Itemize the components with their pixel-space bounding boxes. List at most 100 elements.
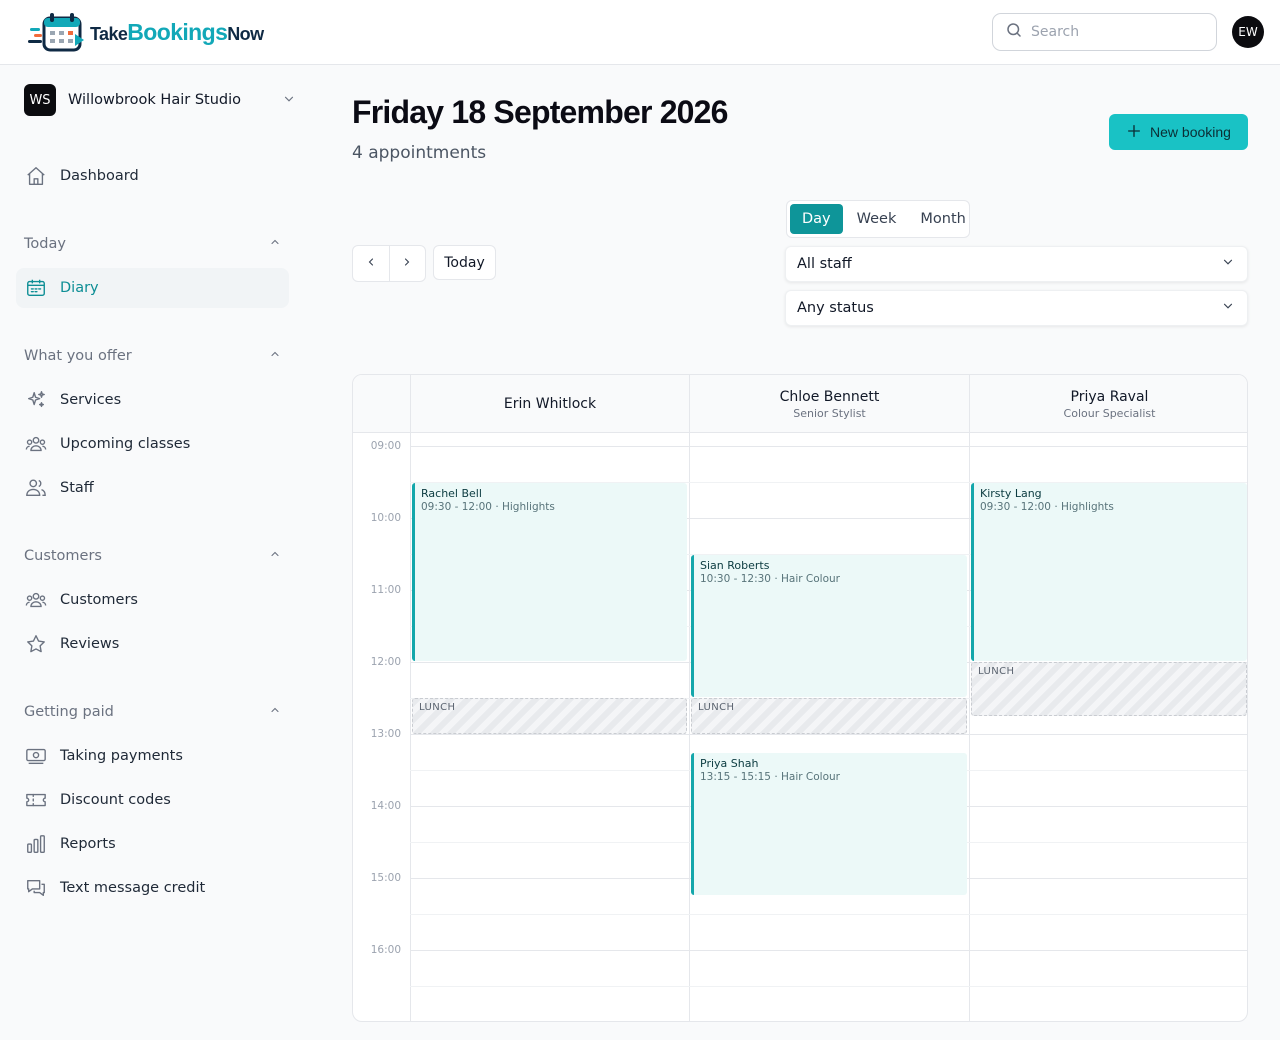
staff-filter-select[interactable]: All staff: [785, 246, 1248, 282]
sidebar-item-upcoming-classes[interactable]: Upcoming classes: [16, 424, 289, 464]
banknote-icon: [24, 744, 48, 768]
appointment-customer: Rachel Bell: [421, 487, 482, 500]
chevron-down-icon: [1221, 255, 1235, 273]
staff-name: Erin Whitlock: [503, 396, 597, 412]
search-icon: [1005, 21, 1023, 43]
chevron-left-icon: [365, 256, 377, 271]
sidebar-item-label: Reports: [60, 836, 116, 852]
appointment-customer: Kirsty Lang: [980, 487, 1042, 500]
business-name: Willowbrook Hair Studio: [68, 92, 242, 108]
sidebar-item-label: Taking payments: [60, 748, 183, 764]
business-switcher[interactable]: WS Willowbrook Hair Studio: [24, 84, 296, 116]
new-booking-button[interactable]: New booking: [1109, 114, 1248, 150]
business-badge: WS: [24, 84, 56, 116]
lunch-block: LUNCH: [971, 662, 1247, 716]
staff-column-header: Chloe Bennett Senior Stylist: [689, 375, 969, 433]
sidebar-item-label: Customers: [60, 592, 138, 608]
sidebar-item-text-message-credit[interactable]: Text message credit: [16, 868, 289, 908]
appointment-detail: 13:15 - 15:15 · Hair Colour: [700, 771, 840, 783]
column-divider: [410, 433, 411, 1021]
sparkles-icon: [24, 388, 48, 412]
time-label: 10:00: [370, 512, 401, 524]
appointment-customer: Sian Roberts: [700, 559, 770, 572]
staff-column-header: Priya Raval Colour Specialist: [969, 375, 1247, 433]
time-label: 16:00: [370, 944, 401, 956]
staff-filter-value: All staff: [797, 256, 852, 272]
group-icon: [24, 588, 48, 612]
lunch-block: LUNCH: [412, 698, 687, 734]
sidebar-item-label: Services: [60, 392, 122, 408]
sidebar-item-label: Diary: [60, 280, 99, 296]
view-week-tab[interactable]: Week: [847, 204, 907, 234]
page-title: Friday 18 September 2026: [352, 94, 728, 130]
sidebar-item-dashboard[interactable]: Dashboard: [16, 156, 289, 196]
sidebar-item-services[interactable]: Services: [16, 380, 289, 420]
column-divider: [689, 433, 690, 1021]
appointment-customer: Priya Shah: [700, 757, 759, 770]
hour-gridline: [410, 734, 1247, 735]
sidebar-item-label: Dashboard: [60, 168, 139, 184]
next-day-button[interactable]: [388, 246, 426, 281]
calendar-header: Erin Whitlock Chloe Bennett Senior Styli…: [353, 375, 1247, 433]
sidebar-item-taking-payments[interactable]: Taking payments: [16, 736, 289, 776]
top-bar: Take Bookings Now EW: [0, 0, 1280, 65]
staff-role: Senior Stylist: [793, 406, 866, 420]
section-customers[interactable]: Customers: [24, 544, 281, 568]
status-filter-value: Any status: [797, 300, 874, 316]
staff-column-header: Erin Whitlock: [410, 375, 689, 433]
column-divider: [969, 433, 970, 1021]
day-calendar: Erin Whitlock Chloe Bennett Senior Styli…: [352, 374, 1248, 1022]
staff-role: Colour Specialist: [1063, 406, 1156, 420]
sidebar-item-staff[interactable]: Staff: [16, 468, 289, 508]
users-icon: [24, 476, 48, 500]
sidebar-item-label: Text message credit: [60, 880, 206, 896]
view-month-tab[interactable]: Month: [910, 204, 975, 234]
app-logo[interactable]: Take Bookings Now: [28, 10, 264, 54]
half-hour-gridline: [410, 914, 1247, 915]
sidebar-item-label: Upcoming classes: [60, 436, 191, 452]
time-label: 09:00: [370, 440, 401, 452]
section-title: Getting paid: [24, 704, 114, 720]
brand-part-bookings: Bookings: [127, 18, 228, 45]
half-hour-gridline: [410, 986, 1247, 987]
brand-name: Take Bookings Now: [90, 18, 264, 46]
time-label: 15:00: [370, 872, 401, 884]
bar-chart-icon: [24, 832, 48, 856]
chevron-up-icon: [269, 548, 281, 564]
plus-icon: [1126, 123, 1142, 142]
status-filter-select[interactable]: Any status: [785, 290, 1248, 326]
section-getting-paid[interactable]: Getting paid: [24, 700, 281, 724]
time-label: 11:00: [370, 584, 401, 596]
chevron-down-icon: [282, 91, 296, 110]
staff-name: Priya Raval: [1070, 388, 1149, 405]
today-button[interactable]: Today: [433, 245, 496, 280]
sidebar-item-reviews[interactable]: Reviews: [16, 624, 289, 664]
sidebar: WS Willowbrook Hair Studio Dashboard Tod…: [0, 65, 305, 1040]
calendar-icon: [24, 276, 48, 300]
section-today[interactable]: Today: [24, 232, 281, 256]
sidebar-item-reports[interactable]: Reports: [16, 824, 289, 864]
hour-gridline: [410, 446, 1247, 447]
previous-day-button[interactable]: [353, 246, 389, 281]
appointment-card[interactable]: Rachel Bell 09:30 - 12:00 · Highlights: [412, 483, 687, 661]
search-input[interactable]: [1031, 24, 1201, 40]
appointment-card[interactable]: Priya Shah 13:15 - 15:15 · Hair Colour: [691, 753, 967, 895]
group-icon: [24, 432, 48, 456]
sidebar-item-customers[interactable]: Customers: [16, 580, 289, 620]
sidebar-item-diary[interactable]: Diary: [16, 268, 289, 308]
chevron-down-icon: [1221, 299, 1235, 317]
section-title: Customers: [24, 548, 102, 564]
user-avatar[interactable]: EW: [1232, 16, 1264, 48]
search-box[interactable]: [992, 13, 1217, 51]
view-day-tab[interactable]: Day: [790, 204, 843, 234]
brand-part-take: Take: [90, 23, 128, 44]
appointment-card[interactable]: Kirsty Lang 09:30 - 12:00 · Highlights: [971, 483, 1247, 661]
appointment-card[interactable]: Sian Roberts 10:30 - 12:30 · Hair Colour: [691, 555, 967, 697]
section-what-you-offer[interactable]: What you offer: [24, 344, 281, 368]
home-icon: [24, 164, 48, 188]
sidebar-item-label: Reviews: [60, 636, 120, 652]
brand-part-now: Now: [227, 23, 264, 44]
star-icon: [24, 632, 48, 656]
sidebar-item-discount-codes[interactable]: Discount codes: [16, 780, 289, 820]
calendar-logo-icon: [28, 10, 86, 54]
